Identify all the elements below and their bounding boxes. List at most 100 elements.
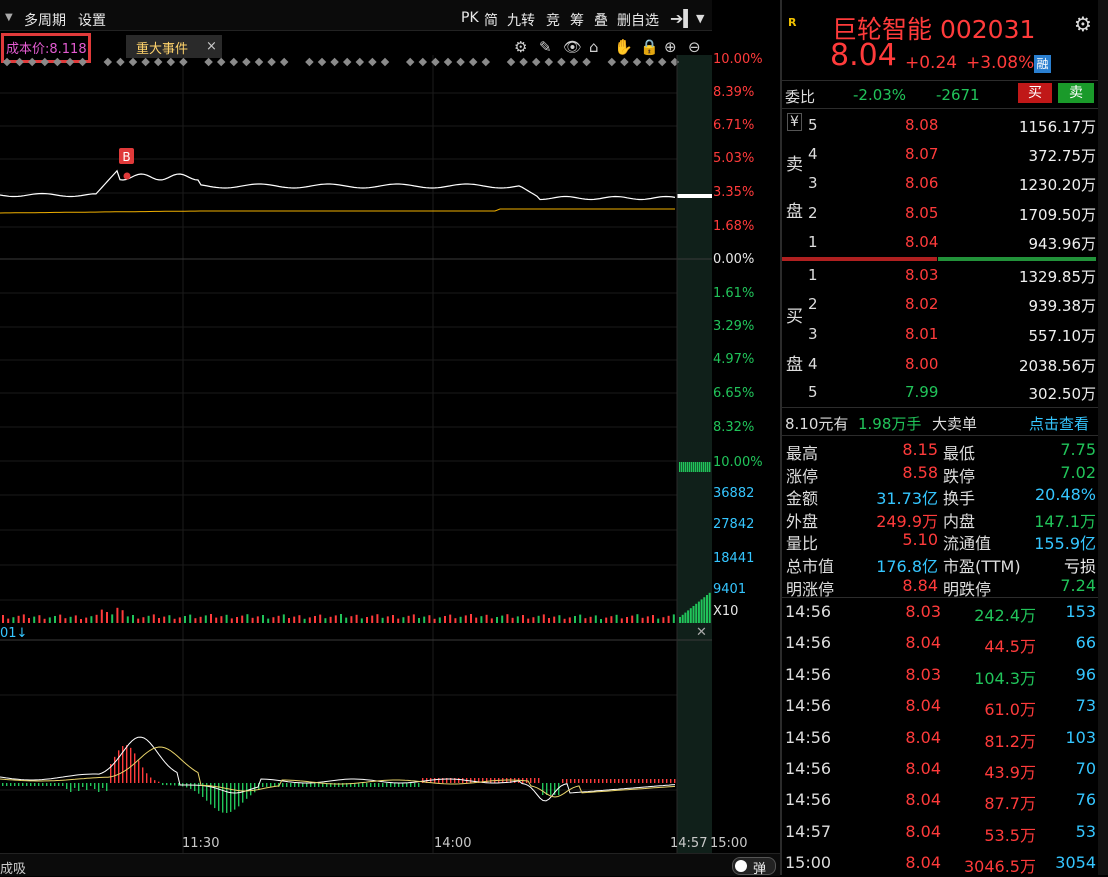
eye-icon[interactable]: 👁: [563, 38, 582, 56]
volume-bar: [194, 618, 197, 623]
gear-icon[interactable]: ⚙: [1074, 12, 1092, 36]
current-price: 8.04: [830, 38, 897, 73]
indicator-bar: [190, 783, 192, 789]
big-order-price: 8.10元有: [785, 415, 849, 433]
indicator-close-icon[interactable]: ✕: [696, 625, 707, 640]
basket-icon[interactable]: ⌂: [589, 38, 599, 56]
sell-price[interactable]: 8.07: [905, 145, 938, 173]
big-order-link[interactable]: 点击查看: [1029, 413, 1089, 434]
remove-favorite-button[interactable]: 删自选: [617, 10, 659, 30]
buy-volume: 939.38万: [1028, 297, 1097, 315]
chip-button[interactable]: 筹: [570, 10, 584, 30]
lock-icon[interactable]: 🔒: [640, 38, 659, 56]
volume-bar: [397, 618, 400, 623]
event-diamond: [443, 57, 453, 67]
buy-price[interactable]: 8.01: [905, 325, 938, 353]
volume-bar: [54, 616, 56, 623]
buy-price[interactable]: 8.02: [905, 295, 938, 323]
zoom-in-icon[interactable]: ⊕: [664, 38, 677, 56]
volume-bar: [230, 618, 233, 623]
pen-icon[interactable]: ✎: [539, 38, 552, 56]
separator: [782, 108, 1108, 109]
stat-label: 外盘: [786, 511, 819, 531]
volume-bar: [163, 616, 166, 623]
event-diamond: [305, 57, 314, 67]
volume-bar: [386, 616, 389, 623]
stat-value: 31.73亿: [876, 489, 938, 509]
trade-volume: 81.2万: [984, 731, 1036, 751]
stat-label: 流通值: [943, 534, 992, 554]
event-diamond: [531, 57, 541, 67]
sidebar-collapse-icon[interactable]: ➔▍: [670, 9, 696, 28]
event-diamond: [2, 57, 12, 67]
sell-level: 5: [808, 116, 818, 134]
indicator-bar: [234, 783, 236, 810]
event-diamond: [506, 57, 516, 67]
volume-bar: [605, 617, 608, 623]
separator: [782, 407, 1108, 408]
simple-button[interactable]: 简: [484, 10, 498, 30]
trade-count: 66: [1075, 633, 1096, 653]
gear-icon[interactable]: ⚙: [514, 38, 527, 56]
sell-price[interactable]: 8.08: [905, 116, 938, 144]
volume-bar: [199, 616, 202, 623]
buy-level: 4: [808, 355, 818, 373]
indicator-bar: [674, 779, 676, 783]
event-diamond: [481, 57, 491, 67]
event-diamond: [418, 57, 428, 67]
volume-bar: [277, 615, 280, 623]
volume-bar: [480, 616, 483, 623]
more-dropdown-icon[interactable]: ▼: [696, 12, 704, 25]
volume-bar: [681, 614, 684, 623]
sell-volume: 372.75万: [1028, 147, 1097, 165]
volume-bar: [184, 616, 186, 623]
time-label-1457: 14:57: [670, 836, 708, 851]
popup-toggle[interactable]: 弹: [732, 857, 776, 877]
indicator-bar: [658, 779, 660, 783]
event-diamond: [65, 57, 75, 67]
volume-bar: [589, 616, 592, 623]
stat-value: 7.24: [1060, 575, 1096, 595]
buy-volume: 2038.56万: [1018, 357, 1096, 375]
event-diamond: [431, 57, 440, 67]
dropdown-arrow-icon[interactable]: ▼: [5, 12, 13, 23]
indicator-bar: [314, 783, 316, 787]
buy-marker[interactable]: B: [119, 148, 134, 180]
volume-axis-label: 27842: [713, 517, 755, 532]
indicator-bar: [666, 779, 668, 783]
indicator-bar: [130, 747, 132, 783]
volume-bar: [2, 615, 4, 623]
volume-bar: [652, 615, 654, 623]
price-change: +0.24: [905, 53, 958, 73]
buy-price[interactable]: 8.00: [905, 355, 938, 383]
trade-price: 8.04: [905, 633, 941, 653]
close-icon[interactable]: ×: [206, 39, 217, 54]
intraday-chart[interactable]: B: [0, 55, 712, 860]
sell-price[interactable]: 8.06: [905, 174, 938, 202]
zoom-out-icon[interactable]: ⊖: [688, 38, 701, 56]
buy-button[interactable]: 买: [1018, 83, 1052, 103]
volume-bar: [293, 616, 296, 623]
settings-button[interactable]: 设置: [78, 10, 106, 30]
volume-bar: [308, 617, 311, 623]
volume-bar: [703, 462, 705, 472]
pk-button[interactable]: PK: [461, 10, 479, 26]
sell-button[interactable]: 卖: [1058, 83, 1094, 103]
volume-bar: [7, 618, 10, 623]
volume-bar: [210, 614, 212, 623]
multi-period-button[interactable]: 多周期: [24, 10, 66, 30]
event-diamond: [519, 57, 528, 67]
overlay-button[interactable]: 叠: [594, 10, 608, 30]
volume-bar: [615, 614, 618, 623]
hand-icon[interactable]: ✋: [614, 38, 633, 56]
volume-bar: [464, 615, 467, 623]
volume-bar: [69, 616, 72, 623]
sell-price[interactable]: 8.05: [905, 204, 938, 232]
indicator-bar: [138, 760, 140, 783]
buy-price[interactable]: 8.03: [905, 266, 938, 294]
nine-turn-button[interactable]: 九转: [507, 10, 535, 30]
volume-bar: [189, 614, 192, 623]
volume-bar: [433, 618, 436, 623]
bid-button[interactable]: 竞: [546, 10, 560, 30]
indicator-bar: [370, 783, 372, 787]
